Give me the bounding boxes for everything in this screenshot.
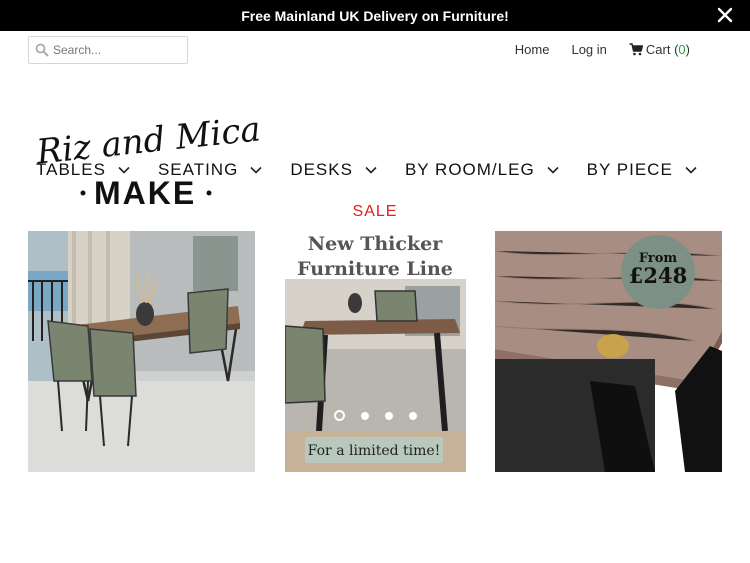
- table-detail-photo: From £248: [495, 231, 722, 472]
- nav-item-by-piece[interactable]: BY PIECE: [587, 160, 697, 180]
- announcement-text: Free Mainland UK Delivery on Furniture!: [241, 7, 509, 24]
- logo-dot-right: [206, 190, 212, 196]
- carousel-dot-4[interactable]: [409, 412, 417, 420]
- chevron-down-icon: [118, 166, 130, 174]
- search-icon: [35, 43, 49, 57]
- home-link[interactable]: Home: [515, 42, 550, 57]
- main-nav: TABLES SEATING DESKS BY ROOM/LEG BY PIEC…: [36, 160, 697, 180]
- cart-link[interactable]: Cart (0): [629, 42, 690, 57]
- cart-label: Cart: [645, 42, 671, 57]
- carousel-dot-3[interactable]: [385, 412, 393, 420]
- nav-item-by-room-leg[interactable]: BY ROOM/LEG: [405, 160, 559, 180]
- carousel-dot-1[interactable]: [334, 410, 345, 421]
- sale-link[interactable]: SALE: [0, 203, 750, 221]
- cart-count: 0: [678, 42, 686, 57]
- announcement-bar: Free Mainland UK Delivery on Furniture!: [0, 0, 750, 31]
- cart-icon: [629, 43, 643, 56]
- close-icon[interactable]: [716, 6, 734, 24]
- carousel-dots: [334, 410, 417, 421]
- nav-item-tables[interactable]: TABLES: [36, 160, 130, 180]
- brand-logo[interactable]: Riz and Mica MAKE: [28, 100, 273, 212]
- login-link[interactable]: Log in: [571, 42, 606, 57]
- search-box: [28, 36, 188, 64]
- chevron-down-icon: [365, 166, 377, 174]
- promo-photo: New Thicker Furniture Line For a limited…: [285, 231, 466, 472]
- dining-room-photo: [28, 231, 255, 472]
- chevron-down-icon: [250, 166, 262, 174]
- search-input[interactable]: [53, 43, 173, 57]
- nav-item-desks[interactable]: DESKS: [290, 160, 377, 180]
- chevron-down-icon: [685, 166, 697, 174]
- promo-title-line1: New Thicker: [308, 233, 443, 255]
- nav-item-seating[interactable]: SEATING: [158, 160, 262, 180]
- slide-image-dining-room[interactable]: [28, 231, 255, 472]
- slide-image-table-detail[interactable]: From £248: [495, 231, 722, 472]
- top-links: Home Log in Cart (0): [515, 42, 690, 57]
- slide-promo-new-line[interactable]: New Thicker Furniture Line For a limited…: [285, 231, 466, 472]
- promo-caption: For a limited time!: [308, 443, 441, 459]
- promo-title-line2: Furniture Line: [297, 258, 453, 280]
- carousel-dot-2[interactable]: [361, 412, 369, 420]
- chevron-down-icon: [547, 166, 559, 174]
- badge-price-text: £248: [629, 263, 687, 288]
- logo-dot-left: [80, 190, 86, 196]
